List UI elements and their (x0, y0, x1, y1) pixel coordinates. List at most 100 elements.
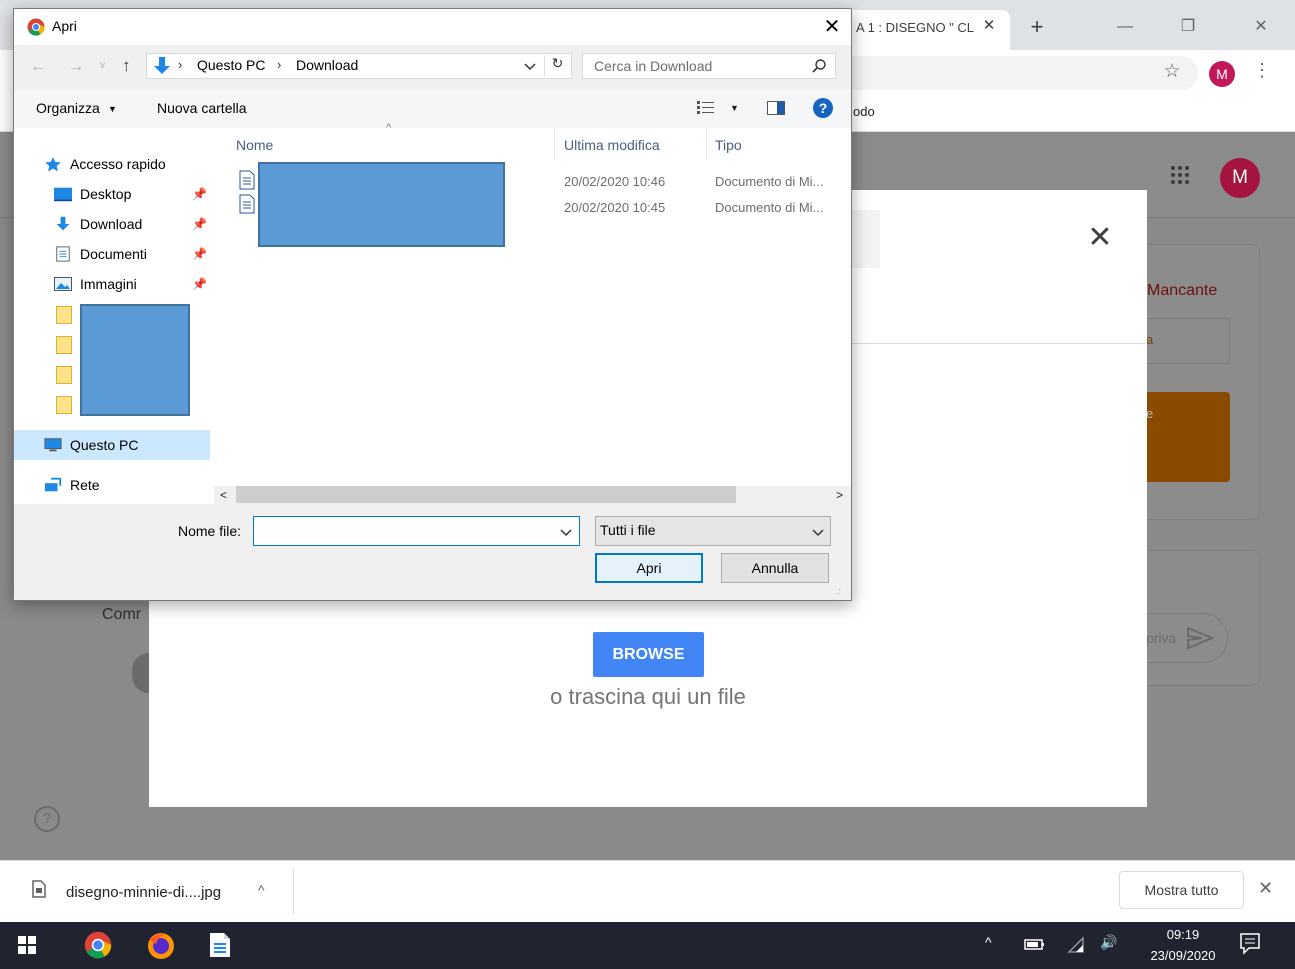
nav-item-download[interactable]: Download 📌 (54, 211, 210, 237)
cancel-button[interactable]: Annulla (721, 553, 829, 583)
show-all-button[interactable]: Mostra tutto (1119, 871, 1244, 909)
scroll-left-icon[interactable]: < (220, 488, 227, 502)
column-divider[interactable] (554, 128, 555, 160)
pin-icon: 📌 (192, 217, 207, 231)
chrome-menu-icon[interactable]: ⋮ (1252, 60, 1272, 86)
open-button[interactable]: Apri (595, 553, 703, 583)
breadcrumb-download[interactable]: Download (296, 57, 358, 73)
view-options-icon[interactable] (697, 100, 715, 114)
download-bar-close-icon[interactable]: ✕ (1258, 878, 1273, 899)
back-arrow-icon[interactable]: ← (30, 58, 46, 76)
address-bar[interactable] (838, 56, 1198, 90)
download-filename[interactable]: disegno-minnie-di....jpg (66, 884, 221, 901)
chevron-down-icon[interactable] (559, 525, 573, 539)
clock-date[interactable]: 23/09/2020 (1141, 948, 1225, 963)
maximize-button[interactable]: ❐ (1173, 12, 1203, 42)
tray-overflow-icon[interactable]: ^ (985, 934, 992, 950)
modal-close-icon[interactable]: ✕ (1086, 223, 1114, 253)
filetype-value: Tutti i file (600, 522, 656, 538)
nav-label: Questo PC (70, 437, 139, 453)
organize-menu[interactable]: Organizza (36, 100, 100, 116)
folder-icon[interactable] (56, 396, 72, 414)
apps-grid-icon[interactable] (1168, 163, 1192, 187)
breadcrumb-questo-pc[interactable]: Questo PC (197, 57, 265, 73)
new-folder-button[interactable]: Nuova cartella (157, 100, 247, 116)
window-close-button[interactable]: ✕ (1246, 12, 1276, 42)
profile-avatar[interactable]: M (1209, 61, 1235, 87)
scrollbar-thumb[interactable] (236, 486, 736, 503)
document-taskbar-icon[interactable] (209, 932, 231, 958)
dialog-command-bar (14, 90, 851, 128)
chevron-down-icon[interactable] (523, 59, 537, 73)
dialog-titlebar[interactable] (14, 9, 851, 45)
bookmark-item[interactable]: odo (853, 104, 875, 119)
nav-item-documenti[interactable]: Documenti 📌 (54, 241, 210, 267)
chrome-taskbar-icon[interactable] (84, 931, 112, 959)
minimize-button[interactable]: — (1110, 12, 1140, 42)
pin-icon: 📌 (192, 277, 207, 291)
column-header-name[interactable]: Nome (236, 137, 273, 153)
breadcrumb-separator[interactable]: › (178, 57, 182, 72)
caret-down-icon[interactable]: ▼ (730, 103, 739, 113)
file-type[interactable]: Documento di Mi... (715, 200, 823, 215)
tab-close-icon[interactable]: ✕ (980, 16, 998, 38)
nav-item-rete[interactable]: Rete (44, 472, 100, 498)
wifi-icon[interactable] (1067, 936, 1085, 954)
nav-item-desktop[interactable]: Desktop 📌 (54, 181, 210, 207)
browse-button[interactable]: BROWSE (593, 632, 704, 677)
nav-label: Download (80, 216, 143, 232)
clock-time[interactable]: 09:19 (1160, 927, 1206, 942)
help-icon[interactable]: ? (813, 98, 833, 118)
filename-label: Nome file: (178, 523, 242, 539)
nav-label: Immagini (80, 276, 137, 292)
search-icon[interactable] (811, 58, 827, 74)
redacted-folder-names (80, 304, 190, 416)
dialog-close-button[interactable]: ✕ (818, 14, 846, 40)
download-folder-icon (152, 56, 172, 76)
filename-input[interactable] (253, 516, 580, 546)
dialog-title: Apri (52, 18, 77, 34)
folder-icon[interactable] (56, 366, 72, 384)
nav-item-immagini[interactable]: Immagini 📌 (54, 271, 210, 297)
firefox-taskbar-icon[interactable] (146, 930, 176, 960)
column-divider[interactable] (706, 128, 707, 160)
notifications-icon[interactable] (1240, 933, 1260, 955)
chevron-down-icon[interactable] (811, 525, 825, 539)
scroll-right-icon[interactable]: > (836, 488, 843, 502)
forward-arrow-icon[interactable]: → (68, 58, 84, 76)
search-placeholder: Cerca in Download (594, 58, 713, 74)
file-type[interactable]: Documento di Mi... (715, 174, 823, 189)
chevron-up-icon[interactable]: ^ (258, 882, 265, 898)
preview-pane-icon[interactable] (767, 101, 785, 115)
folder-icon[interactable] (56, 306, 72, 324)
pin-icon: 📌 (192, 187, 207, 201)
comments-label: Comr (102, 606, 142, 623)
volume-icon[interactable]: 🔊 (1100, 934, 1117, 951)
up-arrow-icon[interactable]: ↑ (122, 56, 131, 76)
refresh-icon[interactable]: ↻ (544, 55, 570, 77)
folder-icon[interactable] (56, 336, 72, 354)
file-icon[interactable] (32, 880, 46, 898)
new-tab-button[interactable]: + (1024, 14, 1050, 40)
tab-title[interactable]: A 1 : DISEGNO " CL (856, 20, 976, 35)
file-modified[interactable]: 20/02/2020 10:46 (564, 174, 665, 189)
battery-icon[interactable] (1024, 936, 1046, 952)
breadcrumb-separator[interactable]: › (277, 57, 281, 72)
partial-text: e (1146, 406, 1154, 421)
nav-quick-access[interactable]: Accesso rapido (44, 151, 166, 177)
caret-down-icon[interactable]: ▼ (108, 104, 117, 114)
column-header-type[interactable]: Tipo (715, 137, 742, 153)
send-icon[interactable] (1186, 626, 1214, 650)
page-avatar[interactable]: M (1220, 158, 1260, 198)
windows-start-icon[interactable] (18, 936, 36, 954)
help-icon[interactable]: ? (34, 806, 60, 832)
resize-grip-icon[interactable]: .: (836, 586, 841, 596)
word-document-icon[interactable] (239, 170, 255, 190)
sort-ascending-icon: ^ (386, 122, 392, 134)
file-modified[interactable]: 20/02/2020 10:45 (564, 200, 665, 215)
bookmark-star-icon[interactable]: ☆ (1160, 60, 1184, 86)
word-document-icon[interactable] (239, 194, 255, 214)
recent-locations-icon[interactable]: v (100, 60, 105, 71)
nav-item-questo-pc[interactable]: Questo PC (44, 432, 138, 458)
column-header-modified[interactable]: Ultima modifica (564, 137, 660, 153)
